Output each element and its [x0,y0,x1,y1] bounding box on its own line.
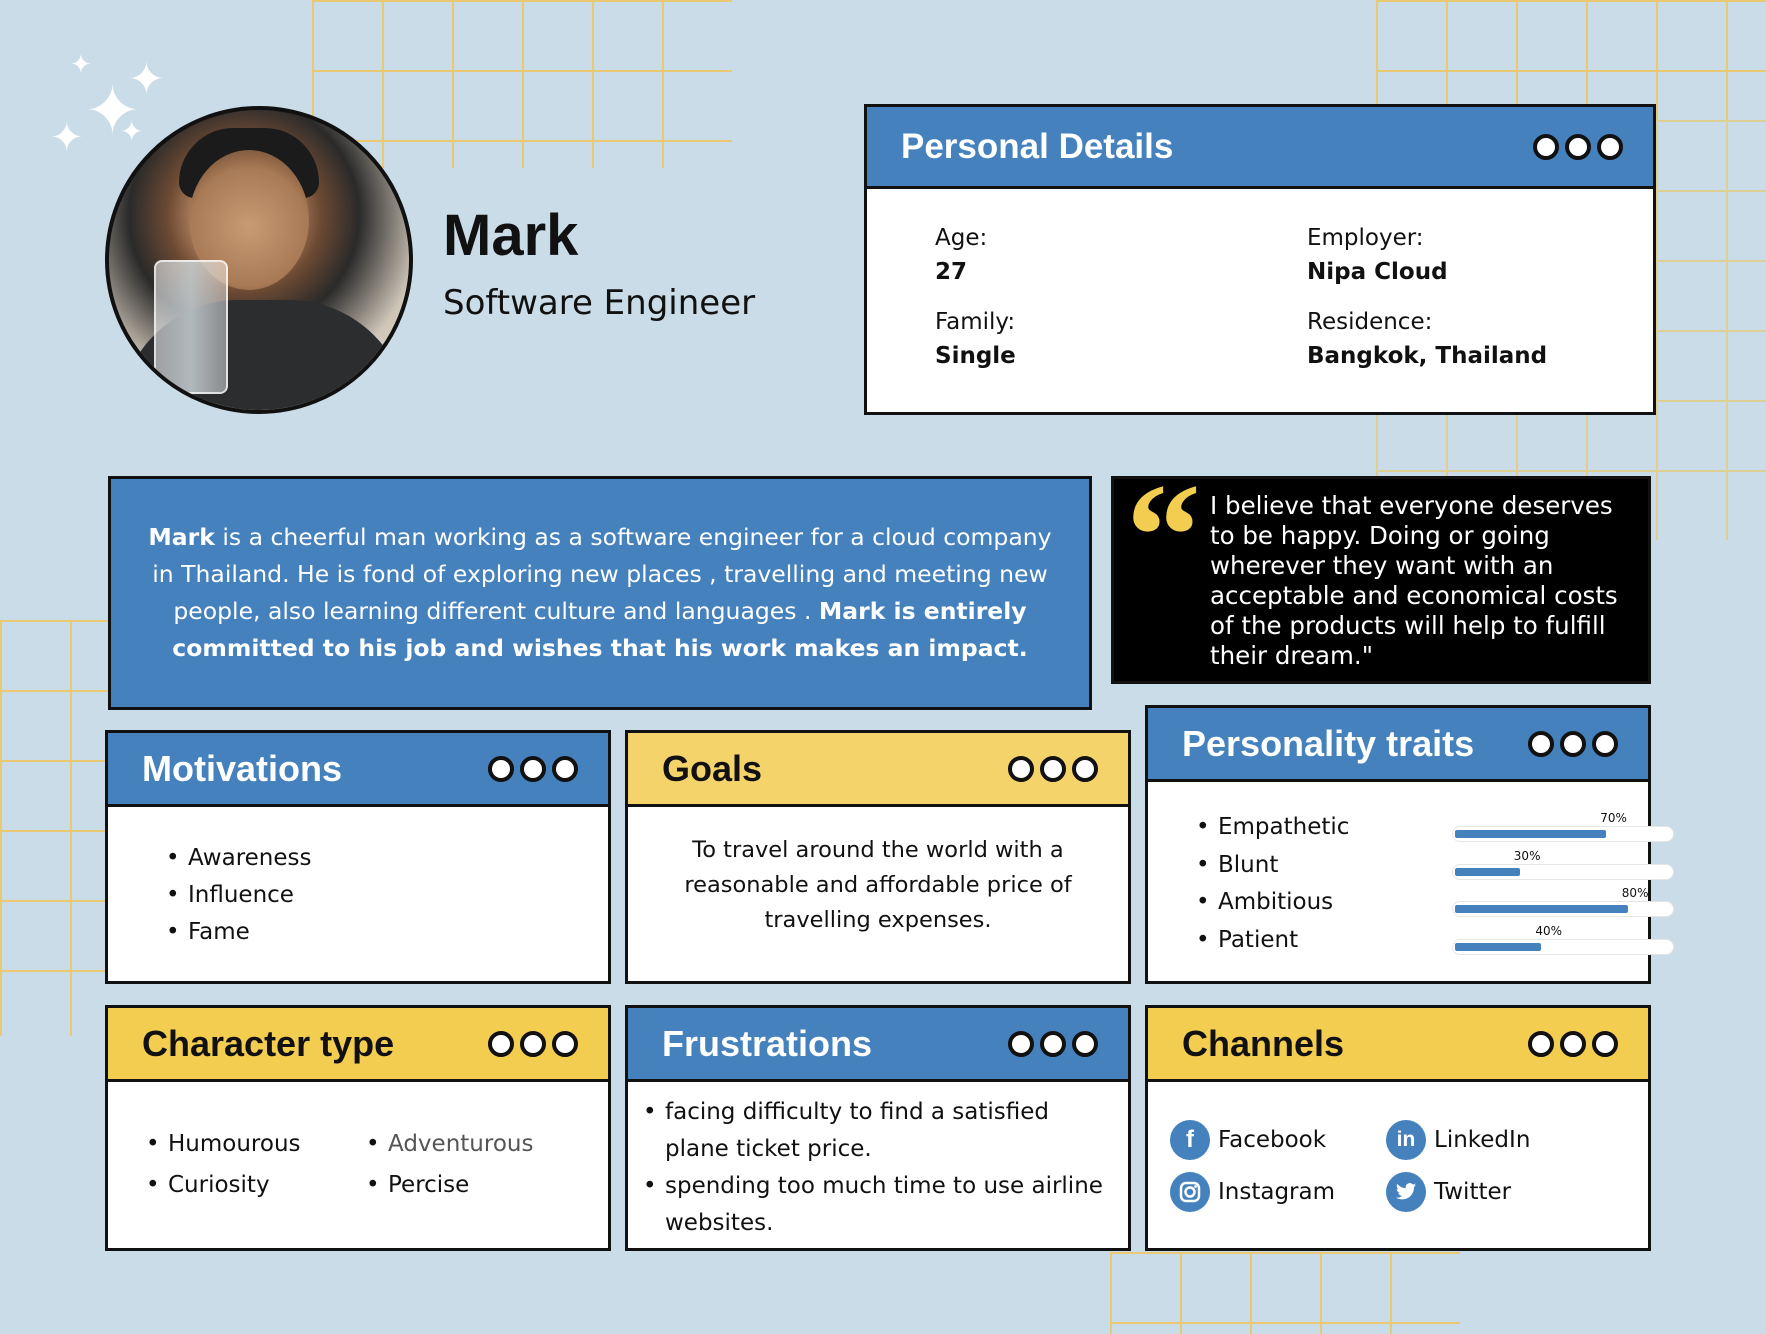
instagram-icon [1170,1172,1210,1212]
channel-twitter[interactable]: Twitter [1386,1172,1511,1212]
channel-facebook[interactable]: f Facebook [1170,1120,1326,1160]
residence-field: Residence: Bangkok, Thailand [1307,309,1548,369]
background-grid-top-right [1376,0,1766,120]
trait-bar-track: 30% [1452,849,1674,880]
window-dots-icon [488,1030,578,1057]
window-dots-icon [1008,1030,1098,1057]
character-header: Character type [108,1008,608,1082]
trait-percent-label: 70% [1600,811,1627,825]
frustrations-header: Frustrations [628,1008,1128,1082]
list-item: Fame [166,914,312,951]
channels-card: Channels f Facebook in LinkedIn Instagra… [1145,1005,1651,1251]
list-item: Percise [366,1167,469,1204]
employer-field: Employer: Nipa Cloud [1307,225,1448,285]
trait-percent-label: 30% [1513,848,1541,863]
trait-percent-label: 80% [1621,886,1649,900]
list-item: Adventurous [366,1126,534,1163]
list-item: Influence [166,877,312,914]
window-dots-icon [1533,133,1623,160]
motivations-header: Motivations [108,733,608,807]
trait-row: Patient 40% [1196,924,1674,964]
trait-row: Empathetic 70% [1196,811,1674,851]
personality-card: Personality traits Empathetic 70% Blunt 30%… [1145,705,1674,984]
trait-bar-track: 80% [1452,886,1674,917]
window-dots-icon [1008,755,1098,782]
personal-details-card: Personal Details Age: 27 Employer: Nipa … [864,104,1656,415]
personal-details-title: Personal Details [901,126,1174,166]
trait-bar-fill [1455,942,1542,951]
motivations-list: Awareness Influence Fame [166,840,312,951]
bio-box: Mark is a cheerful man working as a soft… [108,476,1092,710]
quote-box: “ I believe that everyone deserves to be… [1111,461,1651,684]
window-dots-icon [1528,1030,1618,1057]
bio-text: Mark is a cheerful man working as a soft… [148,523,1052,662]
goals-card: Goals To travel around the world with a … [625,730,1131,984]
trait-bar-fill [1455,867,1520,876]
goals-text: To travel around the world with a reason… [684,837,1072,933]
channels-header: Channels [1148,1008,1648,1082]
personality-header: Personality traits [1148,708,1648,782]
trait-percent-label: 40% [1535,923,1563,938]
trait-name: Empathetic [1218,814,1350,840]
trait-bar-track: 70% [1452,811,1674,842]
window-dots-icon [1528,730,1618,757]
sparkle-icon: ✦ [128,54,165,105]
quote-icon: “ [1126,453,1201,619]
goals-header: Goals [628,733,1128,807]
window-dots-icon [488,755,578,782]
sparkle-icon: ✦ [70,50,92,80]
linkedin-icon: in [1386,1120,1426,1160]
family-field: Family: Single [935,309,1016,369]
persona-name: Mark [443,203,579,268]
persona-role: Software Engineer [443,283,756,323]
list-item: Curiosity [146,1167,269,1204]
background-grid-left [0,620,112,1036]
background-grid-top [312,0,732,168]
trait-bar-fill [1455,905,1628,913]
trait-row: Blunt 30% [1196,849,1674,889]
background-grid-bottom [1110,1252,1460,1334]
twitter-icon [1386,1172,1426,1212]
trait-bar-fill [1455,830,1607,838]
facebook-icon: f [1170,1120,1210,1160]
personal-details-header: Personal Details [867,107,1653,189]
sparkle-icon: ✦ [120,115,144,148]
frustrations-list: facing difficulty to find a satisfied pl… [643,1094,1120,1242]
channel-instagram[interactable]: Instagram [1170,1172,1335,1212]
frustrations-card: Frustrations facing difficulty to find a… [625,1005,1131,1251]
trait-row: Ambitious 80% [1196,886,1674,926]
trait-name: Ambitious [1218,889,1334,915]
list-item: spending too much time to use airline we… [643,1168,1120,1242]
channel-linkedin[interactable]: in LinkedIn [1386,1120,1530,1160]
sparkle-icon: ✦ [50,115,84,161]
trait-bar-track: 40% [1452,924,1674,955]
quote-text: I believe that everyone deserves to be h… [1210,491,1618,670]
list-item: facing difficulty to find a satisfied pl… [643,1094,1120,1168]
trait-name: Patient [1218,926,1299,953]
list-item: Awareness [166,840,311,877]
age-field: Age: 27 [935,225,988,285]
list-item: Humourous [146,1126,300,1163]
avatar [105,106,413,414]
trait-name: Blunt [1218,851,1279,878]
character-card: Character type Humourous Adventurous Cur… [105,1005,611,1251]
motivations-card: Motivations Awareness Influence Fame [105,730,611,984]
